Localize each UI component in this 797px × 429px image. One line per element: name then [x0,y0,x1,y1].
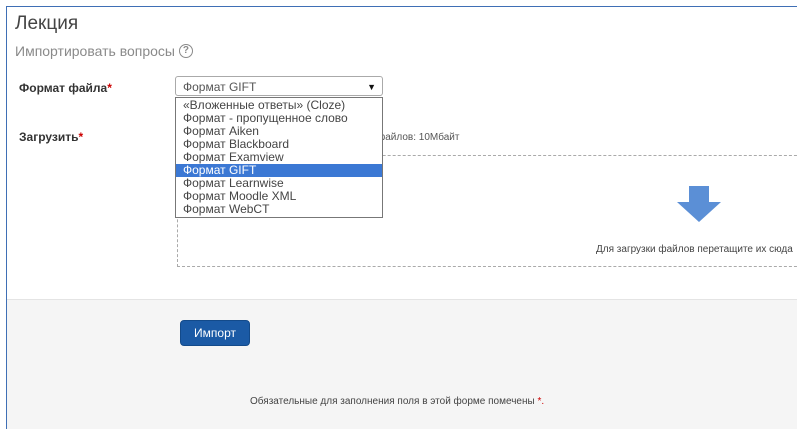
file-format-selected: Формат GIFT [183,80,257,94]
upload-label: Загрузить* [19,130,83,144]
file-format-select[interactable]: Формат GIFT ▼ [175,76,383,96]
upload-label-text: Загрузить [19,130,79,144]
file-format-label: Формат файла* [19,81,112,95]
file-format-label-text: Формат файла [19,81,108,95]
required-note-marker: *. [537,396,545,407]
import-button[interactable]: Импорт [180,320,250,346]
format-option[interactable]: Формат WebCT [176,203,382,216]
file-format-dropdown-list: «Вложенные ответы» (Cloze) Формат - пропу… [175,97,383,218]
help-icon[interactable]: ? [178,44,193,58]
form-actions-area [7,299,797,429]
required-marker: * [107,81,112,95]
subtitle-text: Импортировать вопросы [15,43,175,59]
import-questions-form: Лекция Импортировать вопросы ? Формат фа… [6,6,797,429]
required-fields-note: Обязательные для заполнения поля в этой … [250,396,544,407]
page-title: Лекция [15,13,79,34]
drop-zone-text: Для загрузки файлов перетащите их сюда [596,244,793,255]
page-subtitle: Импортировать вопросы ? [15,43,193,59]
required-note-text: Обязательные для заполнения поля в этой … [250,396,535,407]
required-marker: * [78,130,84,144]
chevron-down-icon: ▼ [367,82,376,92]
down-arrow-icon [677,186,721,222]
